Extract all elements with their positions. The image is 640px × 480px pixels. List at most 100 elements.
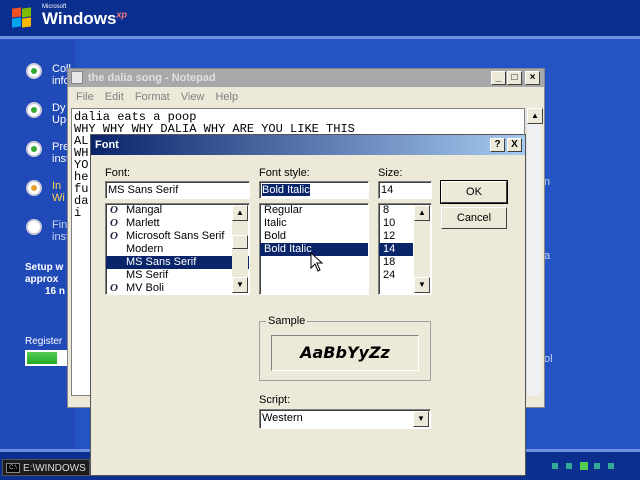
help-button[interactable]: ?: [490, 138, 505, 152]
scroll-down-arrow-icon[interactable]: ▼: [232, 277, 248, 293]
minimize-button[interactable]: _: [491, 71, 506, 85]
font-name: Mangal: [126, 204, 163, 216]
opentype-icon: O: [110, 217, 118, 229]
close-button[interactable]: ×: [525, 71, 540, 85]
font-style-list[interactable]: Regular Italic Bold Bold Italic: [259, 203, 369, 295]
font-name: MS Serif: [126, 269, 169, 281]
notepad-vertical-scrollbar[interactable]: ▲: [526, 108, 543, 396]
scroll-down-arrow-icon[interactable]: ▼: [414, 277, 430, 293]
setup-right-text: ol: [544, 353, 553, 365]
step-text-line: In: [52, 180, 62, 192]
font-list-item[interactable]: O Microsoft Sans Serif: [106, 230, 249, 243]
font-list-item[interactable]: O Mangal: [106, 204, 249, 217]
scroll-up-arrow-icon[interactable]: ▲: [232, 205, 248, 221]
time-line: Setup w: [25, 262, 64, 273]
font-name: MV Boli: [126, 282, 164, 294]
font-name: Marlett: [126, 217, 160, 229]
chevron-down-icon[interactable]: ▼: [413, 411, 429, 427]
font-style-item[interactable]: Italic: [260, 217, 368, 230]
notepad-title: the dalia song - Notepad: [88, 72, 216, 84]
size-input[interactable]: 14: [378, 181, 432, 199]
step-bullet-installing: [26, 180, 42, 196]
font-list-item[interactable]: Modern: [106, 243, 249, 256]
notepad-menubar: File Edit Format View Help: [68, 87, 544, 107]
progress-dot: [552, 463, 558, 469]
logo-windows-text: Windowsxp: [42, 9, 127, 29]
sample-preview: AaBbYyZz: [271, 335, 419, 371]
script-select[interactable]: Western ▼: [259, 409, 431, 429]
step-bullet-finalizing: [26, 219, 42, 235]
notepad-titlebar[interactable]: the dalia song - Notepad _ □ ×: [68, 69, 544, 87]
script-value: Western: [262, 412, 303, 424]
progress-dot: [566, 463, 572, 469]
menu-view[interactable]: View: [181, 87, 205, 107]
step-text-line: Dy: [52, 102, 66, 114]
step-dynamic-update: Dy Up: [52, 102, 66, 126]
font-style-input[interactable]: Bold Italic: [259, 181, 369, 199]
font-list-item[interactable]: O Marlett: [106, 217, 249, 230]
font-name: MS Sans Serif: [126, 256, 197, 268]
mouse-cursor-icon: [310, 252, 324, 272]
step-bullet-collecting: [26, 63, 42, 79]
size-list-scrollbar[interactable]: ▲ ▼: [414, 205, 430, 293]
font-dialog-title: Font: [95, 139, 119, 151]
font-list-scrollbar[interactable]: ▲ ▼: [232, 205, 248, 293]
logo-windows-word: Windows: [42, 9, 117, 28]
font-list-item[interactable]: O MV Boli: [106, 282, 249, 294]
opentype-icon: O: [110, 230, 118, 242]
register-label: Register: [25, 336, 63, 347]
font-style-label: Font style:: [259, 167, 310, 179]
font-name: Microsoft Sans Serif: [126, 230, 225, 242]
ok-button[interactable]: OK: [440, 180, 508, 204]
font-dialog: Font ? X Font: MS Sans Serif O Mangal O Ma…: [90, 134, 526, 476]
notepad-icon: [71, 71, 83, 84]
opentype-icon: O: [110, 204, 118, 216]
progress-dot: [594, 463, 600, 469]
font-list[interactable]: O Mangal O Marlett O Microsoft Sans Serif M…: [105, 203, 250, 295]
font-style-item[interactable]: Bold: [260, 230, 368, 243]
script-label: Script:: [259, 394, 291, 406]
scroll-thumb[interactable]: [232, 235, 248, 249]
font-dialog-titlebar[interactable]: Font ? X: [91, 135, 525, 155]
close-button[interactable]: X: [507, 138, 522, 152]
time-line: 16 n: [45, 286, 66, 297]
step-text-line: Wi: [52, 192, 65, 204]
windows-flag-icon: [12, 7, 32, 28]
logo-xp-text: xp: [116, 9, 127, 20]
maximize-button[interactable]: □: [507, 71, 522, 85]
font-name: Modern: [126, 243, 164, 255]
opentype-icon: O: [110, 282, 118, 294]
font-style-item[interactable]: Regular: [260, 204, 368, 217]
scroll-up-arrow-icon[interactable]: ▲: [527, 108, 543, 124]
step-text-line: Up: [52, 114, 67, 126]
font-list-item[interactable]: MS Serif: [106, 269, 249, 282]
setup-progress-bar: [25, 350, 69, 366]
setup-progress-fill: [27, 352, 57, 364]
time-line: approx: [25, 274, 59, 285]
menu-file[interactable]: File: [76, 87, 94, 107]
step-installing: In Wi: [52, 180, 65, 204]
font-list-item-selected[interactable]: MS Sans Serif: [106, 256, 249, 269]
step-bullet-preparing: [26, 141, 42, 157]
font-style-input-text: Bold Italic: [262, 184, 310, 196]
progress-dot-active: [580, 462, 588, 470]
setup-header-line: [0, 36, 640, 39]
taskbar-cmd-label: E:\WINDOWS: [23, 463, 86, 474]
setup-time-remaining: Setup w approx 16 n: [25, 262, 65, 298]
step-bullet-dynamic-update: [26, 102, 42, 118]
scroll-up-arrow-icon[interactable]: ▲: [414, 205, 430, 221]
size-item-selected[interactable]: 14: [379, 243, 413, 256]
size-list[interactable]: 8 10 12 14 18 24 ▲ ▼: [378, 203, 432, 295]
size-label: Size:: [378, 167, 403, 179]
menu-help[interactable]: Help: [215, 87, 238, 107]
font-label: Font:: [105, 167, 131, 179]
progress-dot: [608, 463, 614, 469]
sample-label: Sample: [266, 315, 308, 327]
menu-edit[interactable]: Edit: [105, 87, 124, 107]
sample-group: Sample AaBbYyZz: [259, 315, 431, 381]
cmd-icon: C:\: [6, 463, 20, 473]
taskbar-cmd-button[interactable]: C:\ E:\WINDOWS: [2, 459, 90, 476]
menu-format[interactable]: Format: [135, 87, 170, 107]
font-name-input[interactable]: MS Sans Serif: [105, 181, 250, 199]
cancel-button[interactable]: Cancel: [441, 207, 507, 229]
